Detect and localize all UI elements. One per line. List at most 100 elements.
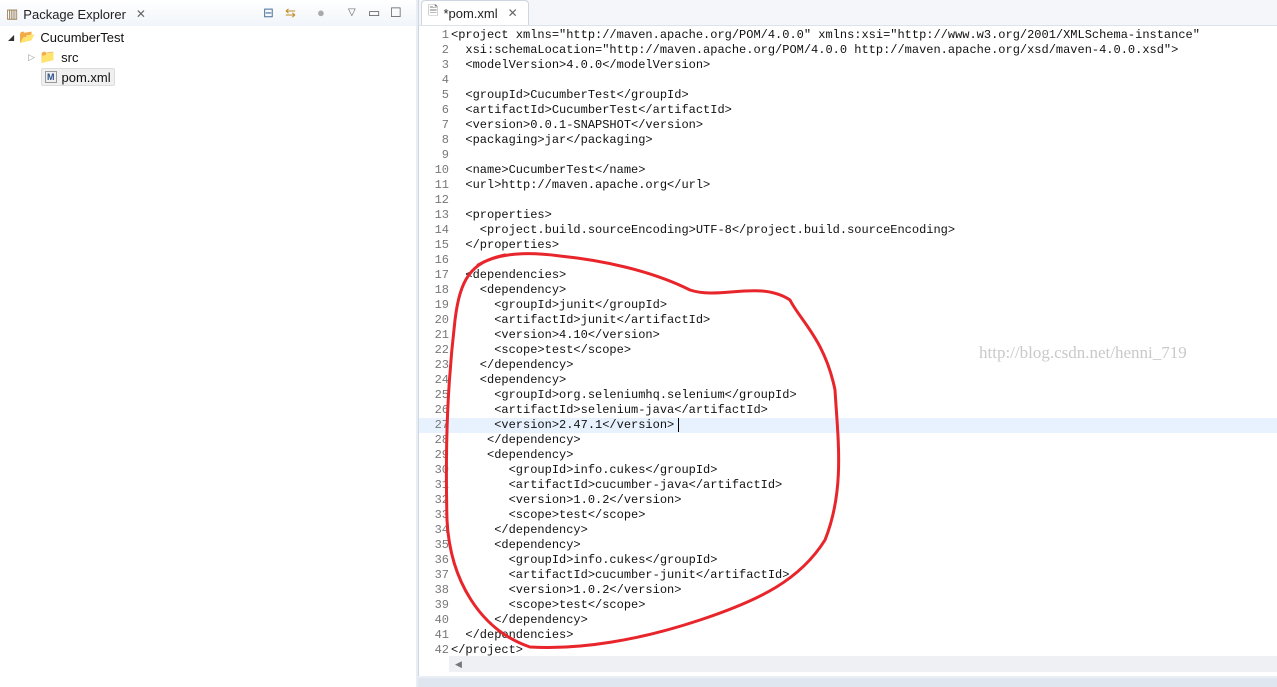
close-icon[interactable]: ✕ xyxy=(136,7,146,21)
code-line[interactable]: 29 <dependency> xyxy=(419,448,1277,463)
code-line[interactable]: 2 xsi:schemaLocation="http://maven.apach… xyxy=(419,43,1277,58)
scroll-left-icon[interactable]: ◀ xyxy=(455,659,462,669)
code-line[interactable]: 37 <artifactId>cucumber-junit</artifactI… xyxy=(419,568,1277,583)
line-number: 11 xyxy=(434,178,449,192)
code-line[interactable]: 31 <artifactId>cucumber-java</artifactId… xyxy=(419,478,1277,493)
code-line[interactable]: 25 <groupId>org.seleniumhq.selenium</gro… xyxy=(419,388,1277,403)
line-number: 41 xyxy=(434,628,449,642)
line-text: <groupId>info.cukes</groupId> xyxy=(451,463,718,477)
line-number: 34 xyxy=(434,523,449,537)
tab-package-explorer[interactable]: ▥ Package Explorer ✕ xyxy=(0,2,152,26)
code-line[interactable]: 34 </dependency> xyxy=(419,523,1277,538)
line-text: <version>0.0.1-SNAPSHOT</version> xyxy=(451,118,704,132)
code-line[interactable]: 1 <project xmlns="http://maven.apache.org… xyxy=(419,28,1277,43)
code-line[interactable]: 12 xyxy=(419,193,1277,208)
code-line[interactable]: 28 </dependency> xyxy=(419,433,1277,448)
code-line[interactable]: 39 <scope>test</scope> xyxy=(419,598,1277,613)
code-line[interactable]: 21 <version>4.10</version> xyxy=(419,328,1277,343)
line-number: 18 xyxy=(434,283,449,297)
code-line[interactable]: 15 </properties> xyxy=(419,238,1277,253)
line-text: <modelVersion>4.0.0</modelVersion> xyxy=(451,58,711,72)
code-line[interactable]: 8 <packaging>jar</packaging> xyxy=(419,133,1277,148)
code-line[interactable]: 9 xyxy=(419,148,1277,163)
line-number: 32 xyxy=(434,493,449,507)
line-number: 19 xyxy=(434,298,449,312)
code-line[interactable]: 26 <artifactId>selenium-java</artifactId… xyxy=(419,403,1277,418)
horizontal-scrollbar[interactable]: ◀ xyxy=(449,656,1277,672)
minimize-icon[interactable]: ▭ xyxy=(368,5,380,21)
code-line[interactable]: 18 <dependency> xyxy=(419,283,1277,298)
code-line[interactable]: 38 <version>1.0.2</version> xyxy=(419,583,1277,598)
line-text: <groupId>org.seleniumhq.selenium</groupI… xyxy=(451,388,797,402)
tree-item-project[interactable]: ◢ 📂 CucumberTest xyxy=(8,28,124,46)
code-line[interactable]: 5 <groupId>CucumberTest</groupId> xyxy=(419,88,1277,103)
line-number: 37 xyxy=(434,568,449,582)
editor-area: 🗎 *pom.xml ✕ 1 <project xmlns="http://mav… xyxy=(418,0,1277,676)
line-text: </dependency> xyxy=(451,433,581,447)
collapse-all-icon[interactable]: ⊟ xyxy=(263,5,274,21)
code-line[interactable]: 19 <groupId>junit</groupId> xyxy=(419,298,1277,313)
line-text: <dependency> xyxy=(451,373,567,387)
view-menu-icon[interactable]: ▽ xyxy=(348,7,356,18)
code-line[interactable]: 27 <version>2.47.1</version> xyxy=(419,418,1277,433)
tree-item-pom[interactable]: M pom.xml xyxy=(41,68,115,86)
tree-item-src[interactable]: ▷ 📁 src xyxy=(28,48,78,66)
line-number: 29 xyxy=(434,448,449,462)
code-line[interactable]: 7 <version>0.0.1-SNAPSHOT</version> xyxy=(419,118,1277,133)
line-text: <artifactId>cucumber-java</artifactId> xyxy=(451,478,783,492)
code-line[interactable]: 33 <scope>test</scope> xyxy=(419,508,1277,523)
code-line[interactable]: 3 <modelVersion>4.0.0</modelVersion> xyxy=(419,58,1277,73)
line-number: 42 xyxy=(434,643,449,657)
line-number: 21 xyxy=(434,328,449,342)
code-line[interactable]: 35 <dependency> xyxy=(419,538,1277,553)
line-text: </dependency> xyxy=(451,358,574,372)
code-line[interactable]: 20 <artifactId>junit</artifactId> xyxy=(419,313,1277,328)
view-title: Package Explorer xyxy=(23,6,126,22)
line-number: 31 xyxy=(434,478,449,492)
code-line[interactable]: 11 <url>http://maven.apache.org</url> xyxy=(419,178,1277,193)
line-text: <version>2.47.1</version> xyxy=(451,418,675,432)
tab-pom-xml[interactable]: 🗎 *pom.xml ✕ xyxy=(421,0,529,25)
code-line[interactable]: 24 <dependency> xyxy=(419,373,1277,388)
code-line[interactable]: 13 <properties> xyxy=(419,208,1277,223)
line-number: 20 xyxy=(434,313,449,327)
code-line[interactable]: 30 <groupId>info.cukes</groupId> xyxy=(419,463,1277,478)
code-line[interactable]: 17 <dependencies> xyxy=(419,268,1277,283)
line-text: <version>1.0.2</version> xyxy=(451,583,682,597)
line-text: <artifactId>selenium-java</artifactId> xyxy=(451,403,768,417)
line-number: 40 xyxy=(434,613,449,627)
line-number: 6 xyxy=(441,103,449,117)
line-number: 27 xyxy=(434,418,449,432)
code-line[interactable]: 14 <project.build.sourceEncoding>UTF-8</… xyxy=(419,223,1277,238)
line-number: 22 xyxy=(434,343,449,357)
line-text: <groupId>CucumberTest</groupId> xyxy=(451,88,689,102)
link-with-editor-icon[interactable]: ⇆ xyxy=(285,5,296,21)
line-text: <scope>test</scope> xyxy=(451,343,632,357)
package-explorer-icon: ▥ xyxy=(6,6,19,21)
collapsed-arrow-icon[interactable]: ▷ xyxy=(28,52,35,63)
code-line[interactable]: 16 xyxy=(419,253,1277,268)
code-line[interactable]: 4 xyxy=(419,73,1277,88)
line-number: 2 xyxy=(441,43,449,57)
folder-icon: 📁 xyxy=(39,49,57,64)
bottom-panel-tabs[interactable] xyxy=(418,678,1277,687)
tab-label: *pom.xml xyxy=(443,5,498,21)
maximize-icon[interactable]: ☐ xyxy=(390,5,402,21)
line-text: <url>http://maven.apache.org</url> xyxy=(451,178,711,192)
maven-file-icon: M xyxy=(45,71,57,83)
expanded-arrow-icon[interactable]: ◢ xyxy=(8,33,14,42)
code-line[interactable]: 6 <artifactId>CucumberTest</artifactId> xyxy=(419,103,1277,118)
watermark: http://blog.csdn.net/henni_719 xyxy=(979,343,1187,362)
line-number: 10 xyxy=(434,163,449,177)
close-icon[interactable]: ✕ xyxy=(508,6,518,20)
code-line[interactable]: 41 </dependencies> xyxy=(419,628,1277,643)
filter-icon[interactable]: ● xyxy=(317,5,325,20)
code-line[interactable]: 40 </dependency> xyxy=(419,613,1277,628)
line-text: <groupId>info.cukes</groupId> xyxy=(451,553,718,567)
maven-project-icon: 📂 xyxy=(19,29,36,44)
src-label: src xyxy=(61,49,79,65)
code-line[interactable]: 10 <name>CucumberTest</name> xyxy=(419,163,1277,178)
line-text: <version>1.0.2</version> xyxy=(451,493,682,507)
code-line[interactable]: 32 <version>1.0.2</version> xyxy=(419,493,1277,508)
code-line[interactable]: 36 <groupId>info.cukes</groupId> xyxy=(419,553,1277,568)
